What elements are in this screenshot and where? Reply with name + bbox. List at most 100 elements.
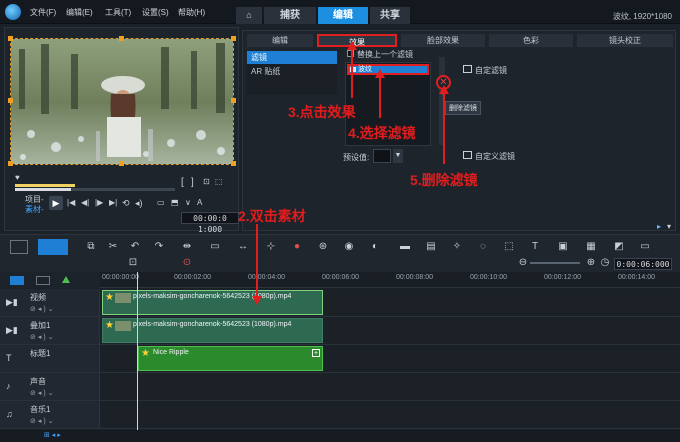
chevron-down-icon[interactable]: ▼ [393, 149, 403, 163]
track-lane[interactable]: ★ pixels-maksim-goncharenok-5642523 (108… [101, 317, 680, 344]
timeline-view-icon[interactable] [38, 239, 68, 255]
preset-select[interactable] [373, 149, 391, 163]
overlay-clip[interactable]: ★ pixels-maksim-goncharenok-5642523 (108… [102, 318, 323, 343]
audio-icon[interactable]: ▬ [398, 241, 412, 253]
pan-zoom-icon[interactable]: ◩ [612, 241, 626, 253]
subtitle-icon[interactable]: ▭ [638, 241, 652, 253]
timeline-timecode[interactable]: 0:00:06:000 [614, 258, 672, 270]
crop-handle[interactable] [231, 161, 236, 166]
hd-icon[interactable]: ▭ [157, 198, 165, 207]
3d-title-icon[interactable]: T [528, 241, 542, 253]
menu-tools[interactable]: 工具(T) [105, 7, 131, 18]
subtab-face-effect[interactable]: 脸部效果 [401, 34, 485, 47]
scrub-marker-icon[interactable]: ♥ [15, 173, 20, 182]
crop-handle[interactable] [119, 161, 124, 166]
add-track-icon[interactable] [62, 276, 70, 283]
tab-capture[interactable]: 捕获 [264, 7, 316, 24]
split-icon[interactable]: ⊡ [203, 177, 210, 186]
prev-frame-icon[interactable]: ◀| [81, 198, 89, 207]
clip-mode-label[interactable]: 素材- [25, 204, 44, 215]
crop-icon[interactable]: ⬚ [502, 241, 516, 253]
auto-filter-label[interactable]: 自定滤镜 [475, 65, 507, 76]
crop-handle[interactable] [8, 36, 13, 41]
playhead[interactable] [137, 272, 138, 430]
zoom-out-icon[interactable]: ⊖ [516, 257, 530, 269]
crop-handle[interactable] [8, 98, 13, 103]
tab-edit[interactable]: 编辑 [318, 7, 368, 24]
zoom-in-icon[interactable]: ⊕ [584, 257, 598, 269]
video-preview[interactable] [10, 38, 234, 165]
storyboard-view-icon[interactable] [10, 240, 28, 254]
volume-icon[interactable]: ◂) [135, 198, 143, 209]
track-lane[interactable] [101, 401, 680, 428]
next-frame-icon[interactable]: |▶ [95, 198, 103, 207]
split-screen-icon[interactable]: ▣ [556, 241, 570, 253]
crop-handle[interactable] [8, 161, 13, 166]
aspect-icon[interactable]: ⬒ [171, 198, 179, 207]
home-start-icon[interactable]: |◀ [67, 198, 75, 207]
add-icon[interactable]: + [312, 349, 320, 357]
fullscreen-icon[interactable]: ⬚ [215, 177, 223, 186]
fit-timeline-icon[interactable]: ◷ [598, 257, 612, 269]
category-filter[interactable]: 滤镜 [247, 51, 337, 64]
track-mode-icon[interactable] [36, 276, 50, 285]
multicam-icon[interactable]: ▦ [584, 241, 598, 253]
text-a-label[interactable]: A [197, 198, 202, 207]
video-clip[interactable]: ★ pixels-maksim-goncharenok-5642523 (108… [102, 290, 323, 315]
track-controls[interactable]: ⊘◂)⌄ [30, 417, 56, 425]
track-lane[interactable] [101, 373, 680, 400]
redo-icon[interactable]: ↷ [152, 241, 166, 253]
subtab-lens-correction[interactable]: 镜头校正 [577, 34, 673, 47]
title-clip[interactable]: ★ Nice Ripple + [138, 346, 323, 371]
custom-filter-icon[interactable] [463, 151, 472, 159]
chapter-icon[interactable]: ◉ [342, 241, 356, 253]
track-controls[interactable]: ⊘◂)⌄ [30, 333, 56, 341]
paint-icon[interactable]: ▤ [424, 241, 438, 253]
crop-handle[interactable] [231, 98, 236, 103]
menu-settings[interactable]: 设置(S) [142, 7, 169, 18]
mark-in-button[interactable]: [ [181, 177, 184, 188]
collapse-icon[interactable]: ▾ [667, 222, 671, 231]
expand-icon[interactable]: ▸ [657, 222, 661, 231]
preview-timecode[interactable]: 00:00:0 1:000 [181, 212, 239, 234]
mixer-icon[interactable]: ● [290, 241, 304, 253]
menu-edit[interactable]: 编辑(E) [66, 7, 93, 18]
play-icon[interactable]: ▶ [49, 196, 63, 210]
motion-track-icon[interactable]: ✧ [450, 241, 464, 253]
subtab-edit[interactable]: 编辑 [247, 34, 313, 47]
subtab-color[interactable]: 色彩 [489, 34, 573, 47]
custom-filter-label[interactable]: 自定义滤镜 [475, 151, 515, 162]
split-clip-icon[interactable]: ⇹ [180, 241, 194, 253]
filter-item-ripple[interactable]: 波纹 [347, 64, 429, 75]
menu-help[interactable]: 帮助(H) [178, 7, 205, 18]
end-icon[interactable]: ▶| [109, 198, 117, 207]
crop-handle[interactable] [231, 36, 236, 41]
record-screen-icon[interactable]: ▭ [208, 241, 222, 253]
tab-share[interactable]: 共享 [370, 7, 410, 24]
scissors-icon[interactable]: ✂ [106, 241, 120, 253]
track-lane[interactable]: ★ pixels-maksim-goncharenok-5642523 (108… [101, 289, 680, 316]
track-list-icon[interactable] [10, 276, 24, 285]
track-controls[interactable]: ⊘◂)⌄ [30, 305, 56, 313]
zoom-slider[interactable] [530, 262, 580, 264]
track-lane[interactable]: ★ Nice Ripple + [101, 345, 680, 372]
category-ar-sticker[interactable]: AR 贴纸 [247, 65, 337, 78]
repeat-icon[interactable]: ⟲ [122, 198, 130, 209]
undo-group-icon[interactable]: ⧉ [84, 241, 98, 253]
auto-filter-icon[interactable] [463, 65, 472, 73]
mask-icon[interactable]: ◐ [368, 241, 382, 253]
menu-file[interactable]: 文件(F) [30, 7, 56, 18]
track-manager-icon[interactable]: ⊹ [264, 241, 278, 253]
mark-out-button[interactable]: ] [191, 177, 194, 188]
mark-icon[interactable]: ∨ [185, 198, 191, 207]
record-icon[interactable]: ⊙ [180, 257, 194, 269]
stabilize-icon[interactable]: ◌ [476, 241, 490, 253]
home-icon[interactable]: ⌂ [236, 7, 262, 24]
motion-icon[interactable]: ⊛ [316, 241, 330, 253]
track-controls[interactable]: ⊘◂)⌄ [30, 389, 56, 397]
fit-icon[interactable]: ↔ [236, 241, 250, 253]
track-nav-icon[interactable]: ⊞ ◂ ▸ [44, 431, 61, 439]
subtab-effect[interactable]: 效果 [317, 34, 397, 47]
undo-icon[interactable]: ↶ [128, 241, 142, 253]
crop-handle[interactable] [119, 36, 124, 41]
